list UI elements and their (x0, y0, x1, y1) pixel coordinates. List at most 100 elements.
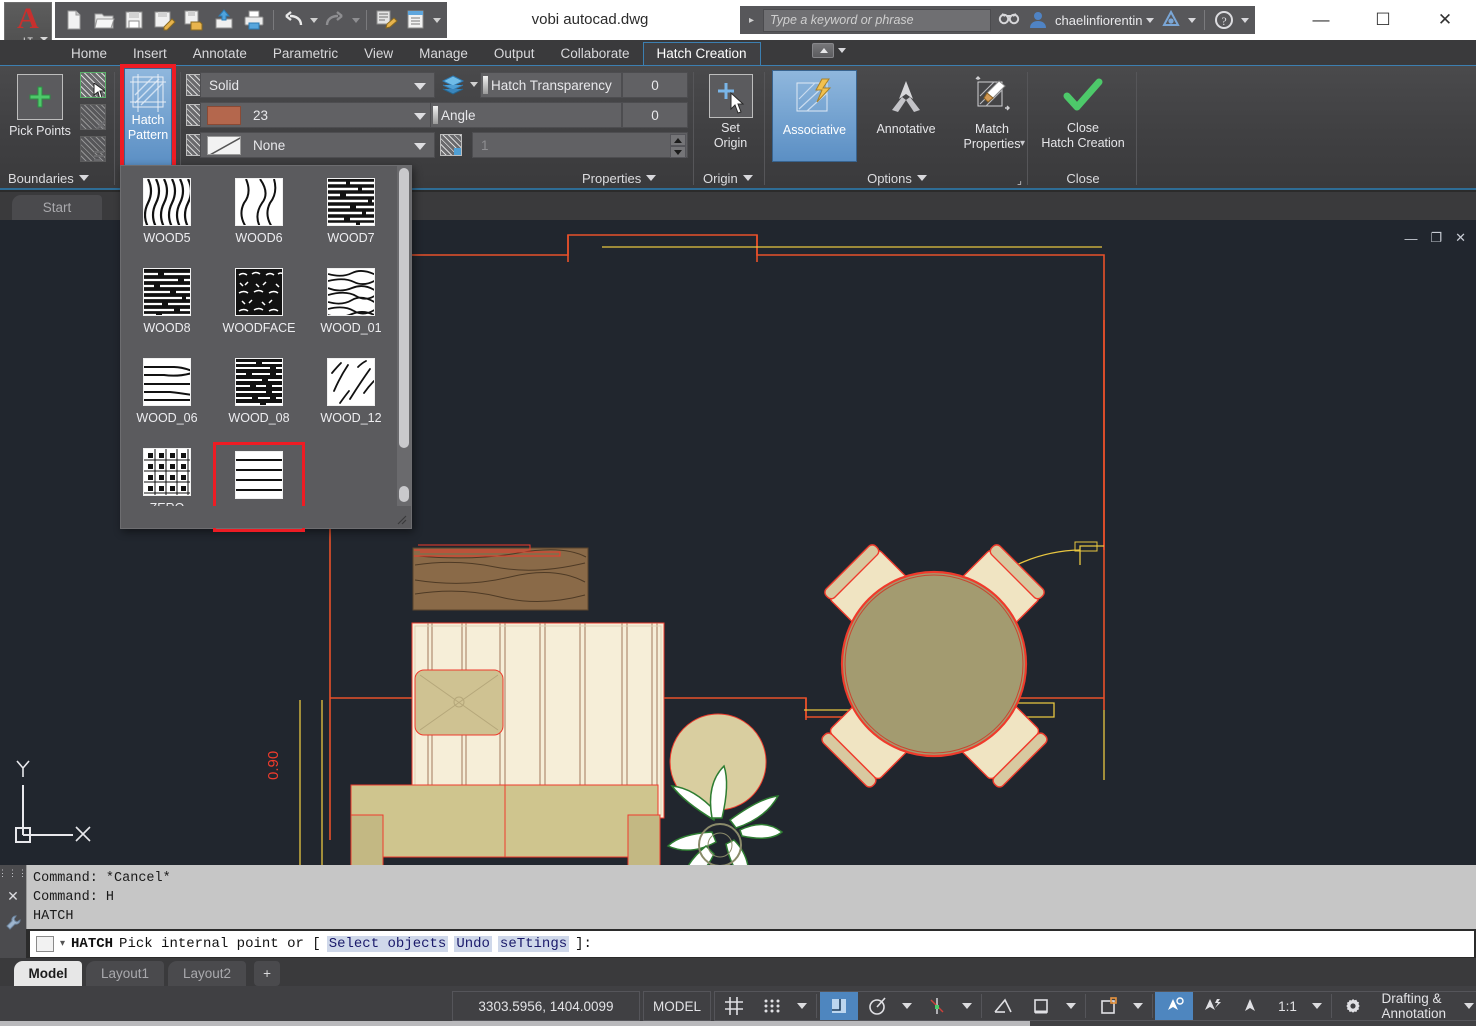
close-hatch-creation-button[interactable]: Close Hatch Creation (1031, 74, 1135, 151)
tab-output[interactable]: Output (481, 43, 548, 65)
remove-boundary-objects-icon[interactable] (80, 104, 106, 130)
layout-tab-add-button[interactable]: + (254, 961, 280, 986)
search-input[interactable]: Type a keyword or phrase (763, 8, 992, 32)
drawing-close-button[interactable]: ✕ (1455, 230, 1466, 246)
object-snap-dropdown-icon[interactable] (956, 992, 978, 1020)
undo-icon[interactable] (280, 7, 306, 33)
annotation-scale-icon[interactable] (1231, 992, 1269, 1020)
chevron-down-icon[interactable] (838, 48, 846, 53)
command-option-select-objects[interactable]: Select objects (326, 936, 449, 952)
gallery-item-wood5[interactable]: WOOD5 (121, 172, 213, 262)
plot-icon[interactable] (241, 7, 267, 33)
maximize-button[interactable]: ☐ (1352, 0, 1414, 40)
command-settings-wrench-icon[interactable] (4, 914, 22, 932)
help-icon[interactable]: ? (1213, 7, 1235, 33)
panel-label-origin[interactable]: Origin (695, 167, 765, 189)
grid-icon[interactable] (715, 992, 753, 1020)
redo-dropdown-icon[interactable] (352, 17, 360, 23)
gallery-item-wood-06[interactable]: WOOD_06 (121, 352, 213, 442)
command-option-undo[interactable]: Undo (454, 936, 492, 952)
polar-tracking-icon[interactable] (858, 992, 896, 1020)
command-history-dropdown-icon[interactable]: ▾ (60, 938, 65, 950)
minimize-button[interactable]: — (1290, 0, 1352, 40)
tab-view[interactable]: View (351, 43, 406, 65)
autodesk-dropdown-icon[interactable] (1188, 17, 1197, 23)
gallery-item-wood6[interactable]: WOOD6 (213, 172, 305, 262)
user-avatar-icon[interactable] (1027, 7, 1049, 33)
gallery-item-wood8[interactable]: WOOD8 (121, 262, 213, 352)
lineweight-dropdown-icon[interactable] (1060, 992, 1082, 1020)
ortho-mode-icon[interactable] (819, 992, 858, 1020)
layer-transparency-icon[interactable] (440, 73, 466, 97)
gallery-scroll-thumb-bottom[interactable] (399, 486, 409, 502)
pick-points-button[interactable]: Pick Points (8, 74, 72, 139)
layout-tab-layout2[interactable]: Layout2 (168, 961, 246, 986)
gallery-item-wood7[interactable]: WOOD7 (305, 172, 397, 262)
model-space-button[interactable]: MODEL (644, 992, 710, 1020)
hatch-color-combo[interactable]: 23 (200, 102, 435, 128)
export-icon[interactable] (181, 7, 207, 33)
help-dropdown-icon[interactable] (1241, 17, 1250, 23)
panel-label-options[interactable]: Options (766, 167, 1028, 189)
save-icon[interactable] (121, 7, 147, 33)
set-origin-button[interactable]: Set Origin (703, 74, 758, 151)
annotation-visibility-icon[interactable] (1155, 992, 1194, 1020)
drawing-minimize-button[interactable]: — (1404, 231, 1417, 246)
file-tab-start[interactable]: Start (12, 195, 102, 220)
transparency-icon[interactable] (1089, 992, 1127, 1020)
drawing-restore-button[interactable]: ❐ (1430, 230, 1442, 246)
gallery-item-wood-12[interactable]: WOOD_12 (305, 352, 397, 442)
ribbon-minimize-control[interactable] (812, 43, 846, 58)
gallery-resize-grip[interactable] (397, 515, 407, 525)
redo-icon[interactable] (322, 7, 348, 33)
gallery-item-wood-01[interactable]: WOOD_01 (305, 262, 397, 352)
annotation-scale-dropdown-icon[interactable] (1306, 992, 1328, 1020)
command-close-icon[interactable]: ✕ (7, 888, 19, 905)
associative-button[interactable]: Associative (772, 70, 857, 162)
save-as-icon[interactable] (151, 7, 177, 33)
options-dialog-launcher[interactable]: ⌟ (1017, 174, 1022, 187)
polar-dropdown-icon[interactable] (896, 992, 918, 1020)
tab-home[interactable]: Home (58, 43, 120, 65)
transparency-dropdown-icon[interactable] (1127, 992, 1149, 1020)
minimize-ribbon-icon[interactable] (812, 43, 834, 58)
cloud-upload-icon[interactable] (211, 7, 237, 33)
tab-insert[interactable]: Insert (120, 43, 180, 65)
snap-mode-icon[interactable] (753, 992, 791, 1020)
annotative-button[interactable]: Annotative (862, 70, 950, 162)
workspace-switcher[interactable]: Drafting & Annotation (1372, 991, 1458, 1021)
background-color-combo[interactable]: None (200, 132, 435, 158)
gear-icon[interactable] (1334, 992, 1372, 1020)
coordinates-display[interactable]: 3303.5956, 1404.0099 (453, 992, 639, 1020)
hatch-pattern-gallery[interactable]: WOOD5 WOOD6 WOOD7 WOOD8 WOODFACE WOOD_01… (120, 165, 412, 532)
tab-manage[interactable]: Manage (406, 43, 481, 65)
gallery-scroll-thumb[interactable] (399, 168, 409, 448)
search-expand-icon[interactable]: ▸ (746, 15, 757, 26)
hatch-pattern-button[interactable]: Hatch Pattern (120, 64, 176, 170)
horizontal-scroll-strip[interactable] (0, 1021, 1030, 1026)
angle-value[interactable]: 0 (622, 102, 688, 128)
hatch-type-combo[interactable]: Solid (200, 72, 435, 98)
gallery-scrollbar[interactable] (397, 166, 411, 528)
annotation-scale-value[interactable]: 1:1 (1269, 992, 1306, 1020)
command-option-settings[interactable]: seTtings (497, 936, 570, 952)
select-boundary-objects-icon[interactable] (80, 72, 106, 98)
close-button[interactable]: ✕ (1414, 0, 1476, 40)
transparency-dropdown-icon[interactable] (470, 82, 478, 87)
tab-parametric[interactable]: Parametric (260, 43, 351, 65)
recreate-boundary-icon[interactable] (80, 136, 106, 162)
undo-dropdown-icon[interactable] (310, 17, 318, 23)
gallery-item-woodface[interactable]: WOODFACE (213, 262, 305, 352)
publish-icon[interactable] (373, 7, 399, 33)
command-drag-handle[interactable]: ⋮⋮⋮ (0, 868, 28, 879)
match-properties-dropdown-icon[interactable]: ▾ (1020, 138, 1025, 149)
account-menu[interactable]: chaelinfiorentin (1055, 13, 1155, 28)
new-file-icon[interactable] (61, 7, 87, 33)
tab-collaborate[interactable]: Collaborate (547, 43, 642, 65)
autodesk-app-icon[interactable] (1160, 7, 1182, 33)
hatch-transparency-value[interactable]: 0 (622, 72, 688, 98)
tab-hatch-creation[interactable]: Hatch Creation (642, 42, 761, 65)
match-properties-button[interactable]: Match Properties (956, 70, 1028, 162)
snap-dropdown-icon[interactable] (791, 992, 813, 1020)
gallery-item-wood-08[interactable]: WOOD_08 (213, 352, 305, 442)
